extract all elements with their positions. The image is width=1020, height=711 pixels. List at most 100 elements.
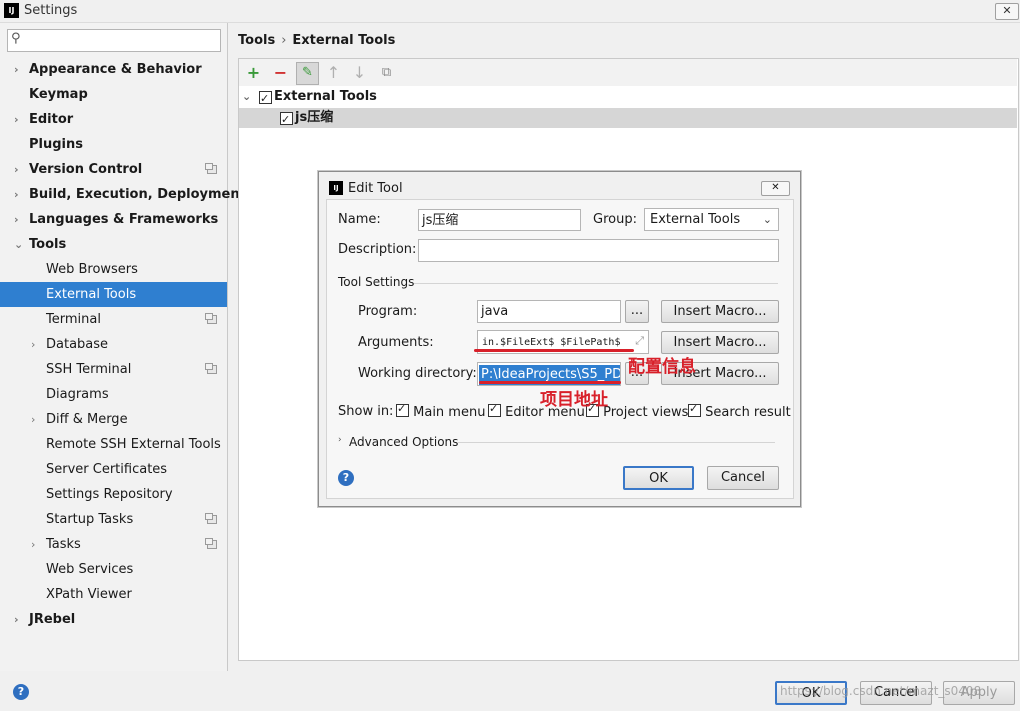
chevron-right-icon[interactable]: › — [14, 57, 19, 82]
add-icon[interactable]: + — [243, 62, 264, 83]
sidebar-item[interactable]: Settings Repository — [0, 482, 227, 507]
arguments-value: in.$FileExt$ $FilePath$ — [482, 337, 621, 348]
chevron-right-icon[interactable]: › — [31, 532, 35, 557]
name-input[interactable]: js压缩 — [418, 209, 581, 231]
tree-group-label: External Tools — [274, 89, 377, 104]
sidebar-item-label: Plugins — [29, 137, 83, 152]
annotation-project-path: 项目地址 — [540, 390, 608, 410]
chevron-right-icon[interactable]: › — [14, 157, 19, 182]
chevron-down-icon: ⌄ — [762, 213, 772, 226]
sidebar-item[interactable]: › Database — [0, 332, 227, 357]
sidebar-item-label: Database — [46, 337, 109, 352]
sidebar-item[interactable]: › Build, Execution, Deployment — [0, 182, 246, 207]
sidebar-item[interactable]: External Tools — [0, 282, 227, 307]
sidebar-item[interactable]: Keymap — [0, 82, 227, 107]
sidebar-item[interactable]: › JRebel — [0, 607, 227, 632]
settings-help-icon[interactable]: ? — [13, 684, 29, 700]
chevron-right-icon[interactable]: › — [14, 207, 19, 232]
external-tools-toolbar: + − ✎ ↑ ↓ ⧉ — [239, 59, 1017, 86]
project-settings-icon — [205, 538, 217, 549]
sidebar-item-label: Server Certificates — [46, 462, 168, 477]
sidebar-item-label: JRebel — [29, 612, 76, 627]
chevron-right-icon[interactable]: › — [14, 607, 19, 632]
move-up-icon[interactable]: ↑ — [323, 62, 344, 83]
sidebar-item[interactable]: Terminal — [0, 307, 227, 332]
program-browse-button[interactable]: ... — [625, 300, 649, 323]
sidebar-item-label: Diff & Merge — [46, 412, 128, 427]
title-bar: IJ Settings ✕ — [0, 0, 1020, 23]
program-input[interactable]: java — [477, 300, 621, 323]
sidebar-item[interactable]: Web Browsers — [0, 257, 227, 282]
arguments-label: Arguments: — [358, 335, 434, 350]
dialog-ok-button[interactable]: OK — [623, 466, 694, 490]
group-select-value: External Tools — [650, 212, 741, 227]
sidebar-item-label: SSH Terminal — [46, 362, 132, 377]
project-settings-icon — [205, 313, 217, 324]
tree-row-external-tools[interactable]: ⌄ External Tools — [239, 87, 1017, 109]
breadcrumb: Tools › External Tools — [238, 33, 395, 48]
tool-checkbox[interactable] — [280, 110, 293, 130]
divider — [457, 442, 775, 443]
chevron-down-icon[interactable]: ⌄ — [242, 87, 251, 107]
sidebar-item[interactable]: Web Services — [0, 557, 227, 582]
program-insert-macro-button[interactable]: Insert Macro... — [661, 300, 779, 323]
sidebar-item[interactable]: Diagrams — [0, 382, 227, 407]
group-select[interactable]: External Tools ⌄ — [644, 208, 779, 231]
tool-settings-label: Tool Settings — [338, 275, 415, 289]
sidebar-item[interactable]: › Tasks — [0, 532, 227, 557]
app-logo-icon: IJ — [4, 3, 19, 18]
breadcrumb-current: External Tools — [292, 33, 396, 48]
dialog-help-icon[interactable]: ? — [338, 470, 354, 486]
name-label: Name: — [338, 212, 381, 227]
chevron-right-icon[interactable]: › — [338, 435, 342, 445]
chevron-right-icon[interactable]: › — [14, 107, 19, 132]
sidebar-item[interactable]: Startup Tasks — [0, 507, 227, 532]
sidebar-item[interactable]: Plugins — [0, 132, 227, 157]
sidebar-item-label: Settings Repository — [46, 487, 173, 502]
expand-icon[interactable]: ⤢ — [635, 331, 644, 352]
breadcrumb-parent: Tools — [238, 33, 276, 48]
sidebar-item[interactable]: XPath Viewer — [0, 582, 227, 607]
sidebar-item-label: Editor — [29, 112, 74, 127]
sidebar-item-label: External Tools — [46, 287, 137, 302]
show-in-label: Show in: — [338, 404, 394, 419]
sidebar-item-label: Remote SSH External Tools — [46, 437, 221, 452]
move-down-icon[interactable]: ↓ — [349, 62, 370, 83]
chevron-right-icon[interactable]: › — [31, 407, 35, 432]
search-result-checkbox[interactable]: Search result — [688, 402, 791, 420]
sidebar-item-label: Build, Execution, Deployment — [29, 187, 246, 202]
group-checkbox[interactable] — [259, 89, 272, 109]
annotation-underline — [474, 349, 634, 352]
tree-row-js-tool[interactable]: js压缩 — [239, 108, 1017, 130]
advanced-options-toggle[interactable]: Advanced Options — [349, 435, 458, 449]
sidebar-item[interactable]: Remote SSH External Tools — [0, 432, 227, 457]
working-directory-label: Working directory: — [358, 366, 477, 381]
description-input[interactable] — [418, 239, 779, 262]
sidebar-item[interactable]: Server Certificates — [0, 457, 227, 482]
edit-icon[interactable]: ✎ — [296, 62, 319, 85]
sidebar-item[interactable]: › Editor — [0, 107, 227, 132]
sidebar-item[interactable]: ⌄ Tools — [0, 232, 227, 257]
sidebar-item[interactable]: › Version Control — [0, 157, 227, 182]
divider — [414, 283, 778, 284]
settings-search-input[interactable]: ⚲ — [7, 29, 221, 52]
window-title: Settings — [24, 3, 78, 18]
project-settings-icon — [205, 163, 217, 174]
chevron-down-icon[interactable]: ⌄ — [14, 232, 23, 257]
chevron-right-icon[interactable]: › — [14, 182, 19, 207]
sidebar-item-label: Tasks — [46, 537, 81, 552]
dialog-close-button[interactable]: ✕ — [761, 181, 790, 196]
group-label: Group: — [593, 212, 637, 227]
sidebar-item[interactable]: SSH Terminal — [0, 357, 227, 382]
main-menu-checkbox[interactable]: Main menu — [396, 402, 485, 420]
chevron-right-icon[interactable]: › — [31, 332, 35, 357]
sidebar-item[interactable]: › Languages & Frameworks — [0, 207, 227, 232]
sidebar-item[interactable]: › Diff & Merge — [0, 407, 227, 432]
arguments-insert-macro-button[interactable]: Insert Macro... — [661, 331, 779, 354]
dialog-cancel-button[interactable]: Cancel — [707, 466, 779, 490]
window-close-button[interactable]: ✕ — [995, 3, 1019, 20]
sidebar-item-label: Languages & Frameworks — [29, 212, 219, 227]
sidebar-item[interactable]: › Appearance & Behavior — [0, 57, 227, 82]
remove-icon[interactable]: − — [270, 62, 291, 83]
copy-icon[interactable]: ⧉ — [376, 62, 397, 83]
